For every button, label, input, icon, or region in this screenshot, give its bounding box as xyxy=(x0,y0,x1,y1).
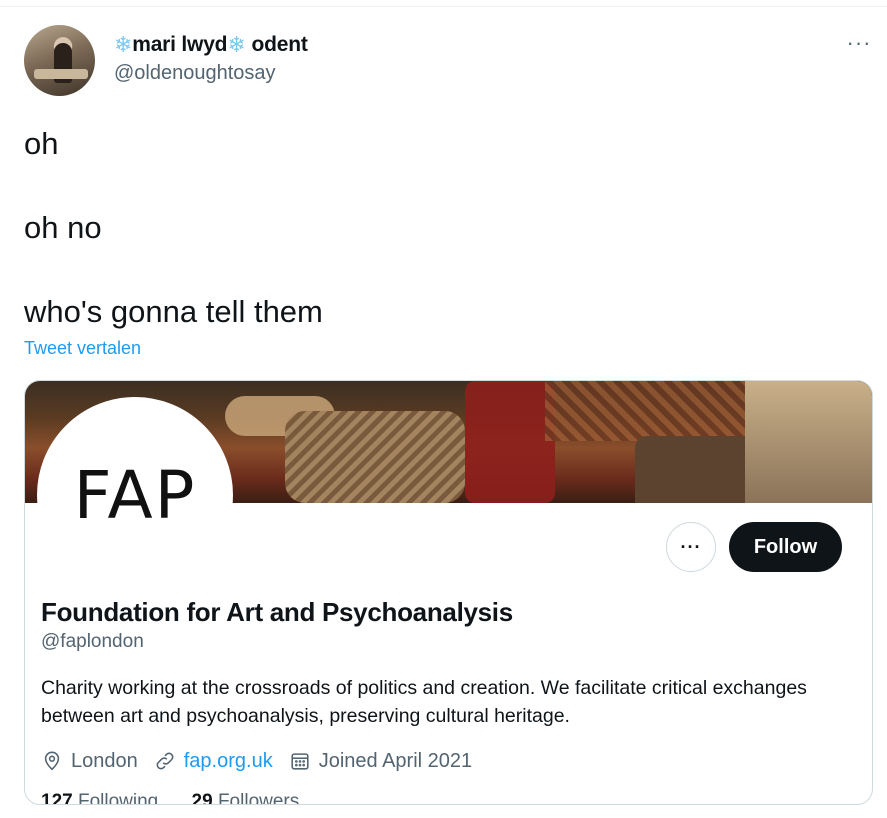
more-options-icon[interactable]: ··· xyxy=(842,30,876,55)
snowflake-icon: ❄ xyxy=(114,32,133,57)
tweet-text-line: oh no xyxy=(24,210,102,245)
profile-avatar-logo: FAP xyxy=(73,456,197,534)
author-display-name[interactable]: ❄ mari lwyd ❄ odent xyxy=(114,31,308,59)
tweet-text-line: who's gonna tell them xyxy=(24,294,323,329)
profile-name[interactable]: Foundation for Art and Psychoanalysis xyxy=(41,597,513,628)
profile-more-options-icon[interactable]: ··· xyxy=(666,522,716,572)
author-name-left: mari lwyd xyxy=(132,33,228,56)
profile-link-text[interactable]: fap.org.uk xyxy=(184,750,273,773)
profile-counts: 127 Following 29 Followers xyxy=(41,791,300,805)
followers-link[interactable]: 29 Followers xyxy=(191,791,300,805)
profile-joined: Joined April 2021 xyxy=(289,750,472,773)
author-name-right: odent xyxy=(251,33,308,56)
profile-meta: London fap.org.uk Joined April 2021 xyxy=(41,747,488,775)
profile-handle[interactable]: @faplondon xyxy=(41,631,144,653)
following-count: 127 xyxy=(41,791,73,805)
author-handle[interactable]: @oldenoughtosay xyxy=(114,62,276,85)
tweet-text-line: oh xyxy=(24,126,59,161)
embedded-profile-card[interactable]: FAP ··· Follow Foundation for Art and Ps… xyxy=(24,380,873,805)
profile-bio: Charity working at the crossroads of pol… xyxy=(41,677,807,727)
followers-label: Followers xyxy=(217,791,300,805)
profile-link[interactable]: fap.org.uk xyxy=(154,750,273,773)
link-icon xyxy=(156,752,174,770)
profile-avatar[interactable]: FAP xyxy=(37,397,233,593)
top-divider xyxy=(0,6,887,7)
follow-button[interactable]: Follow xyxy=(729,522,842,572)
location-pin-icon xyxy=(44,751,60,771)
profile-location: London xyxy=(41,750,138,773)
following-link[interactable]: 127 Following xyxy=(41,791,159,805)
following-label: Following xyxy=(77,791,159,805)
translate-tweet-link[interactable]: Tweet vertalen xyxy=(24,338,141,359)
profile-joined-text: Joined April 2021 xyxy=(318,749,473,772)
snowflake-icon: ❄ xyxy=(227,32,246,57)
followers-count: 29 xyxy=(191,791,213,805)
avatar-bench xyxy=(34,69,88,79)
profile-location-text: London xyxy=(71,749,138,772)
calendar-icon xyxy=(291,753,309,770)
author-avatar[interactable] xyxy=(24,25,95,96)
